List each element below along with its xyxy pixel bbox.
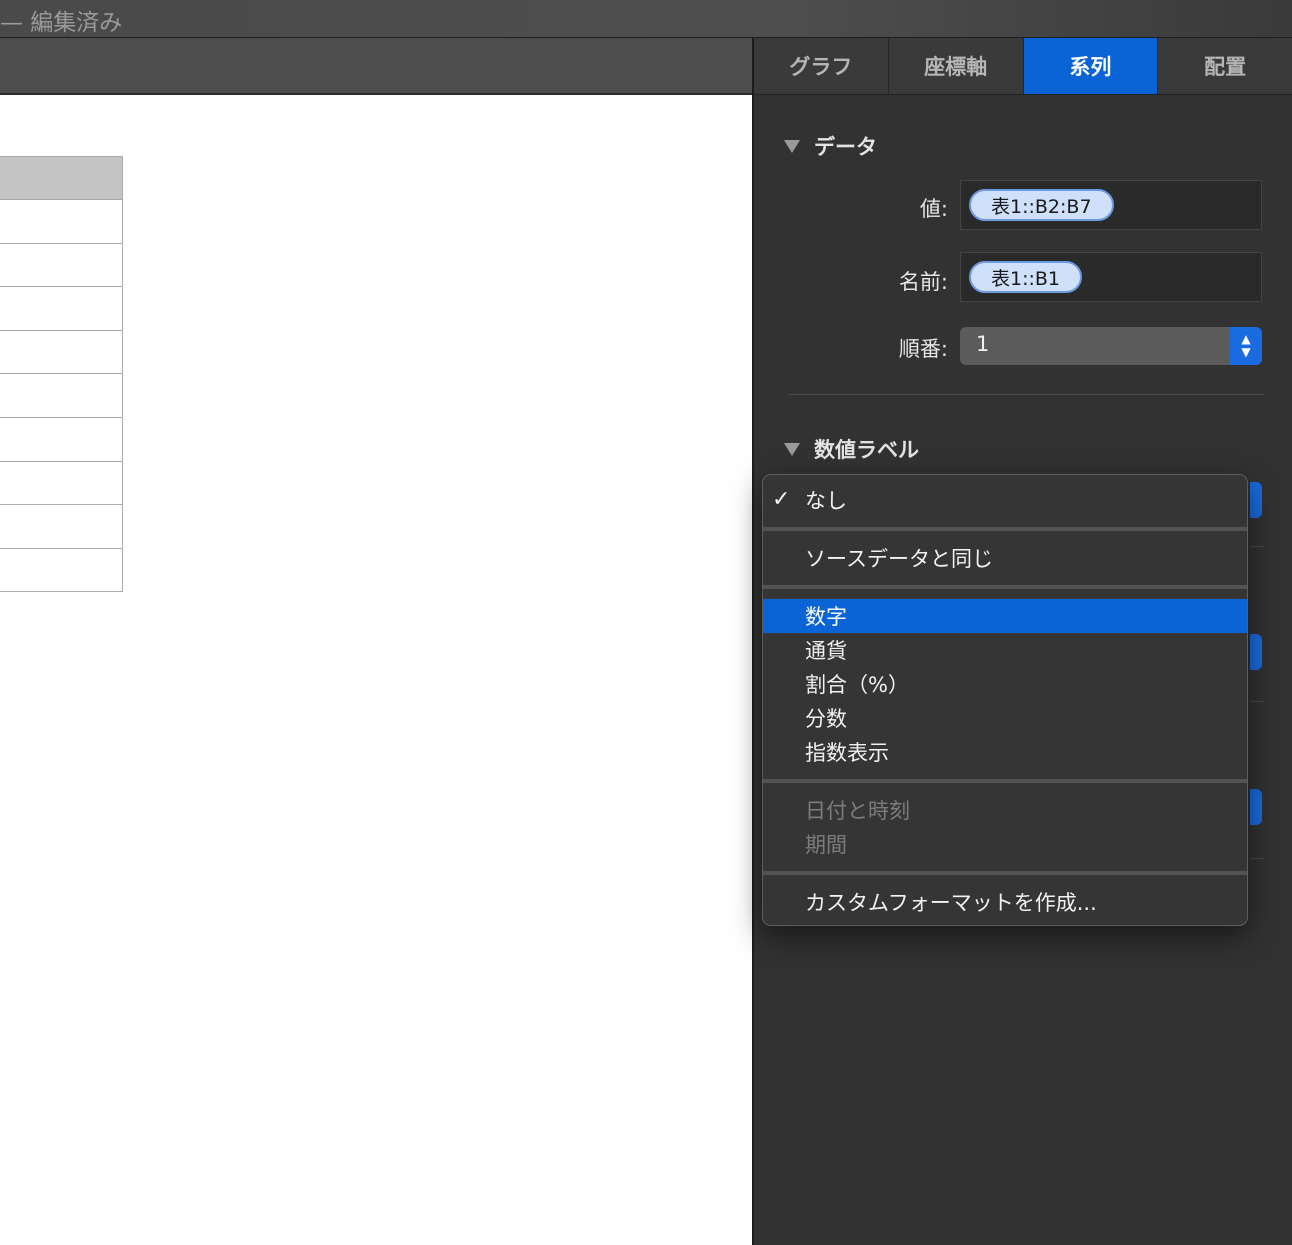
menu-item-same-as-source[interactable]: ソースデータと同じ xyxy=(763,541,1247,575)
menu-item-percent[interactable]: 割合（%） xyxy=(763,667,1247,701)
menu-item-none[interactable]: ✓ なし xyxy=(763,483,1247,517)
popup-arrow-icon[interactable] xyxy=(1250,634,1262,670)
table-row[interactable] xyxy=(0,417,123,462)
section-divider xyxy=(1250,858,1264,859)
menu-item-date-time: 日付と時刻 xyxy=(763,793,1247,827)
spreadsheet-table[interactable] xyxy=(0,156,123,593)
menu-item-label: 日付と時刻 xyxy=(805,799,910,823)
menu-item-label: カスタムフォーマットを作成... xyxy=(805,891,1097,915)
document-canvas[interactable] xyxy=(0,95,752,1245)
checkmark-icon: ✓ xyxy=(772,487,791,512)
name-label: 名前: xyxy=(898,270,948,294)
window-title: — 編集済み xyxy=(0,10,123,36)
disclosure-triangle-icon[interactable] xyxy=(784,139,800,153)
menu-item-label: 割合（%） xyxy=(805,673,909,697)
menu-separator xyxy=(763,779,1247,783)
order-value: 1 xyxy=(976,332,990,356)
value-labels-section-title: 数値ラベル xyxy=(814,438,919,462)
value-labels-section-header[interactable]: 数値ラベル xyxy=(784,434,919,464)
popup-arrow-icon[interactable] xyxy=(1250,482,1262,518)
menu-item-duration: 期間 xyxy=(763,827,1247,861)
popup-arrow-icon[interactable] xyxy=(1250,789,1262,825)
tab-series[interactable]: 系列 xyxy=(1023,38,1159,94)
table-row[interactable] xyxy=(0,505,123,549)
menu-item-label: 数字 xyxy=(805,605,847,629)
value-range-token[interactable]: 表1::B2:B7 xyxy=(969,189,1114,221)
stepper-arrows-icon[interactable]: ▲ ▼ xyxy=(1230,327,1262,365)
inspector-tabs: グラフ 座標軸 系列 配置 xyxy=(754,38,1292,95)
menu-item-fraction[interactable]: 分数 xyxy=(763,701,1247,735)
menu-item-custom-format[interactable]: カスタムフォーマットを作成... xyxy=(763,885,1247,919)
name-range-token[interactable]: 表1::B1 xyxy=(969,261,1083,293)
menu-item-label: 指数表示 xyxy=(805,741,889,765)
menu-item-scientific[interactable]: 指数表示 xyxy=(763,735,1247,769)
table-row[interactable] xyxy=(0,330,123,375)
section-divider xyxy=(788,394,1264,395)
table-row[interactable] xyxy=(0,548,123,593)
tab-axis[interactable]: 座標軸 xyxy=(889,38,1024,94)
tab-arrange[interactable]: 配置 xyxy=(1158,38,1292,94)
menu-item-label: 通貨 xyxy=(805,639,847,663)
table-row[interactable] xyxy=(0,243,123,288)
number-format-menu[interactable]: ✓ なし ソースデータと同じ 数字 通貨 割合（%） 分数 指数表示 日付と時刻… xyxy=(762,474,1248,926)
order-label: 順番: xyxy=(898,337,948,361)
toolbar xyxy=(0,38,752,95)
table-row[interactable] xyxy=(0,200,123,244)
table-row[interactable] xyxy=(0,461,123,506)
order-stepper[interactable]: 1 ▲ ▼ xyxy=(960,327,1262,365)
table-header-row[interactable] xyxy=(0,156,123,200)
section-divider xyxy=(1250,701,1264,702)
menu-item-label: なし xyxy=(805,489,847,513)
menu-item-label: 分数 xyxy=(805,707,847,731)
data-section-title: データ xyxy=(814,135,877,159)
menu-item-label: 期間 xyxy=(805,833,847,857)
tab-chart[interactable]: グラフ xyxy=(754,38,889,94)
data-section-header[interactable]: データ xyxy=(784,131,877,161)
disclosure-triangle-icon[interactable] xyxy=(784,442,800,456)
menu-item-currency[interactable]: 通貨 xyxy=(763,633,1247,667)
menu-item-number[interactable]: 数字 xyxy=(763,599,1247,633)
window-titlebar: — 編集済み xyxy=(0,0,1292,38)
section-divider xyxy=(1250,546,1264,547)
value-field[interactable]: 表1::B2:B7 xyxy=(960,180,1262,230)
menu-separator xyxy=(763,585,1247,589)
table-row[interactable] xyxy=(0,374,123,418)
name-field[interactable]: 表1::B1 xyxy=(960,252,1262,302)
value-label: 値: xyxy=(919,197,948,221)
menu-item-label: ソースデータと同じ xyxy=(805,547,993,571)
menu-separator xyxy=(763,527,1247,531)
menu-separator xyxy=(763,871,1247,875)
table-row[interactable] xyxy=(0,287,123,331)
